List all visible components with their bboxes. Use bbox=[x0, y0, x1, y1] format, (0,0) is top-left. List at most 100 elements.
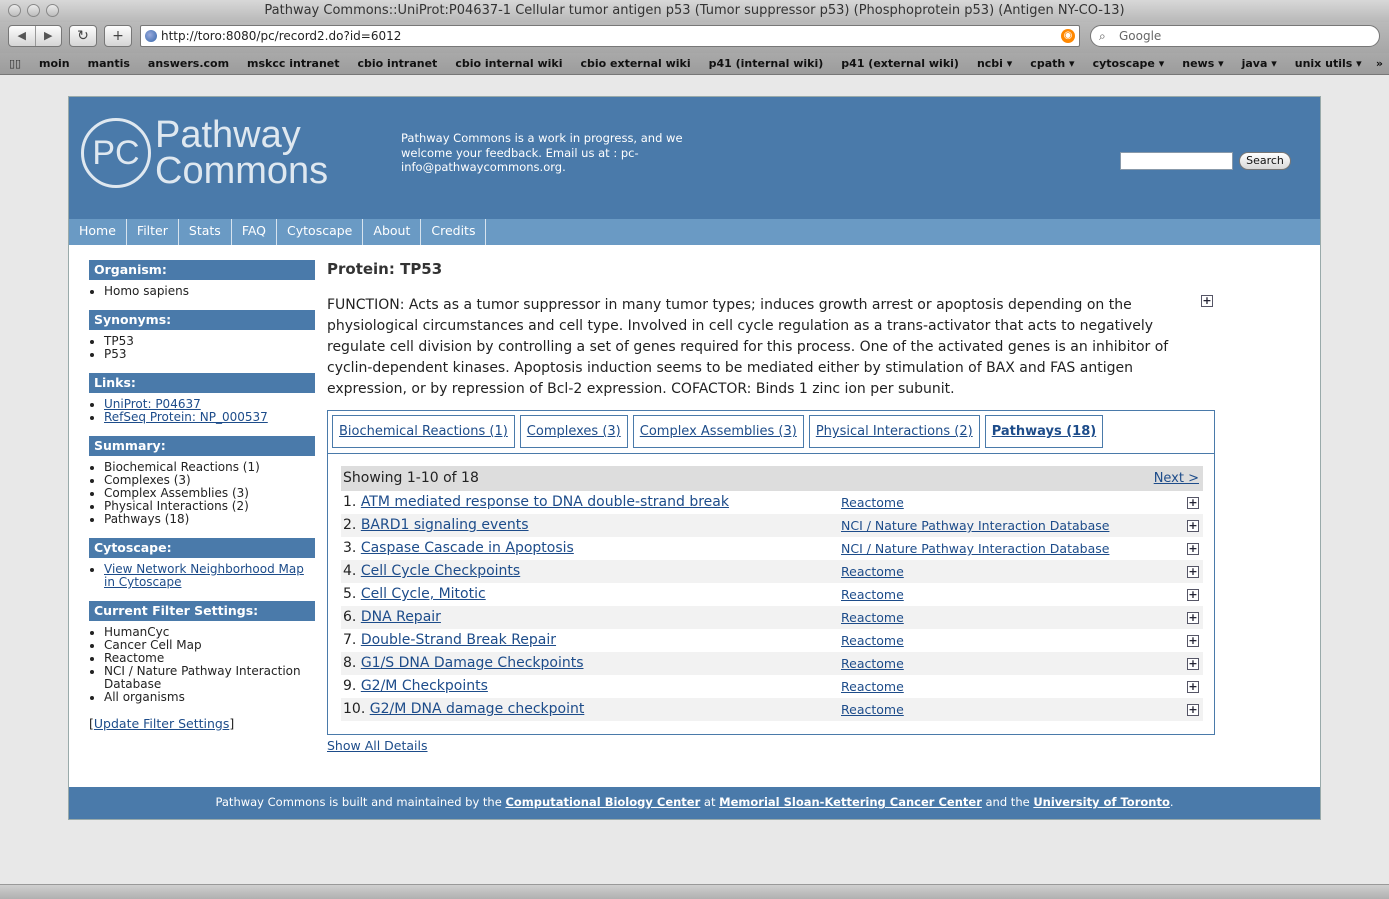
footer-link-cbc[interactable]: Computational Biology Center bbox=[505, 795, 700, 809]
pathway-link[interactable]: Double-Strand Break Repair bbox=[361, 632, 556, 648]
tab-label[interactable]: Pathways (18) bbox=[992, 424, 1097, 439]
pathway-link[interactable]: G2/M Checkpoints bbox=[361, 678, 488, 694]
tab-complexes[interactable]: Complexes (3) bbox=[519, 415, 628, 448]
tab-physical-interactions[interactable]: Physical Interactions (2) bbox=[808, 415, 980, 448]
bookmark-item[interactable]: mskcc intranet bbox=[238, 53, 348, 74]
pathway-link[interactable]: G2/M DNA damage checkpoint bbox=[370, 701, 585, 717]
row-number: 6. bbox=[343, 609, 357, 625]
expand-plus-icon[interactable]: + bbox=[1187, 520, 1199, 532]
show-all-details-link[interactable]: Show All Details bbox=[327, 738, 428, 753]
reload-button[interactable]: ↻ bbox=[69, 25, 97, 47]
bookmark-item[interactable]: cbio external wiki bbox=[571, 53, 699, 74]
footer-link-mskcc[interactable]: Memorial Sloan-Kettering Cancer Center bbox=[719, 795, 982, 809]
bookmark-item[interactable]: java ▾ bbox=[1233, 53, 1286, 74]
browser-search-field[interactable]: ⌕ Google bbox=[1090, 25, 1380, 47]
expand-plus-icon[interactable]: + bbox=[1187, 658, 1199, 670]
pathway-link[interactable]: Cell Cycle, Mitotic bbox=[361, 586, 486, 602]
sidebar-link[interactable]: UniProt: P04637 bbox=[104, 397, 201, 411]
tab-pathways[interactable]: Pathways (18) bbox=[984, 415, 1104, 448]
pathway-link[interactable]: BARD1 signaling events bbox=[361, 517, 529, 533]
view-network-link[interactable]: View Network Neighborhood Map in Cytosca… bbox=[104, 562, 304, 589]
minimize-window-icon[interactable] bbox=[27, 4, 40, 17]
source-link[interactable]: Reactome bbox=[841, 606, 904, 629]
window-controls[interactable] bbox=[8, 4, 59, 17]
tab-label[interactable]: Physical Interactions (2) bbox=[816, 424, 973, 439]
next-page-link[interactable]: Next > bbox=[1154, 466, 1199, 491]
nav-item-about[interactable]: About bbox=[363, 219, 422, 245]
results-count: Showing 1-10 of 18 bbox=[343, 470, 479, 486]
close-window-icon[interactable] bbox=[8, 4, 21, 17]
row-number: 4. bbox=[343, 563, 357, 579]
tab-biochemical-reactions[interactable]: Biochemical Reactions (1) bbox=[332, 415, 515, 448]
bookmark-item[interactable]: cbio internal wiki bbox=[446, 53, 571, 74]
url-bar[interactable]: http://toro:8080/pc/record2.do?id=6012 ◉ bbox=[140, 25, 1080, 47]
bookmark-item[interactable]: news ▾ bbox=[1173, 53, 1232, 74]
back-icon[interactable]: ◀ bbox=[9, 26, 35, 46]
logo-line2: Commons bbox=[155, 150, 329, 192]
bookmark-item[interactable]: p41 (external wiki) bbox=[832, 53, 968, 74]
source-link[interactable]: Reactome bbox=[841, 629, 904, 652]
sidebar-link[interactable]: RefSeq Protein: NP_000537 bbox=[104, 410, 268, 424]
expand-plus-icon[interactable]: + bbox=[1187, 543, 1199, 555]
back-forward-buttons[interactable]: ◀ ▶ bbox=[8, 25, 62, 47]
expand-plus-icon[interactable]: + bbox=[1187, 497, 1199, 509]
bookmark-item[interactable]: answers.com bbox=[139, 53, 238, 74]
bookmark-item[interactable]: ncbi ▾ bbox=[968, 53, 1021, 74]
pathway-link[interactable]: G1/S DNA Damage Checkpoints bbox=[361, 655, 584, 671]
expand-plus-icon[interactable]: + bbox=[1201, 295, 1213, 307]
site-search-input[interactable] bbox=[1120, 152, 1233, 170]
bookmark-item[interactable]: p41 (internal wiki) bbox=[700, 53, 833, 74]
source-link[interactable]: Reactome bbox=[841, 698, 904, 721]
table-row: 10. G2/M DNA damage checkpoint Reactome + bbox=[341, 698, 1203, 721]
forward-icon[interactable]: ▶ bbox=[34, 26, 62, 46]
interaction-tabs-panel: Biochemical Reactions (1) Complexes (3) Co… bbox=[327, 410, 1215, 735]
table-row: 4. Cell Cycle Checkpoints Reactome + bbox=[341, 560, 1203, 583]
add-bookmark-button[interactable]: + bbox=[104, 25, 132, 47]
tab-label[interactable]: Complex Assemblies (3) bbox=[640, 424, 797, 439]
nav-item-faq[interactable]: FAQ bbox=[232, 219, 278, 245]
pathway-link[interactable]: Cell Cycle Checkpoints bbox=[361, 563, 520, 579]
pathway-commons-logo[interactable]: PC Pathway Commons bbox=[81, 116, 329, 192]
site-search-button[interactable]: Search bbox=[1239, 152, 1291, 170]
zoom-window-icon[interactable] bbox=[46, 4, 59, 17]
tab-label[interactable]: Complexes (3) bbox=[527, 424, 621, 439]
bookmarks-book-icon[interactable]: ▯▯ bbox=[0, 53, 30, 74]
source-link[interactable]: Reactome bbox=[841, 652, 904, 675]
source-link[interactable]: Reactome bbox=[841, 491, 904, 514]
row-number: 8. bbox=[343, 655, 357, 671]
pathway-link[interactable]: DNA Repair bbox=[361, 609, 441, 625]
pathway-link[interactable]: Caspase Cascade in Apoptosis bbox=[361, 540, 574, 556]
expand-plus-icon[interactable]: + bbox=[1187, 704, 1199, 716]
bookmark-item[interactable]: cbio intranet bbox=[349, 53, 447, 74]
expand-plus-icon[interactable]: + bbox=[1187, 612, 1199, 624]
rss-icon[interactable]: ◉ bbox=[1061, 29, 1075, 43]
pathway-link[interactable]: ATM mediated response to DNA double-stra… bbox=[361, 494, 729, 510]
source-link[interactable]: Reactome bbox=[841, 675, 904, 698]
source-link[interactable]: Reactome bbox=[841, 560, 904, 583]
tab-complex-assemblies[interactable]: Complex Assemblies (3) bbox=[632, 415, 804, 448]
nav-item-stats[interactable]: Stats bbox=[179, 219, 232, 245]
bookmark-item[interactable]: moin bbox=[30, 53, 79, 74]
nav-item-cytoscape[interactable]: Cytoscape bbox=[277, 219, 364, 245]
sidebar-list-item: RefSeq Protein: NP_000537 bbox=[104, 411, 315, 424]
footer-link-toronto[interactable]: University of Toronto bbox=[1033, 795, 1170, 809]
nav-item-credits[interactable]: Credits bbox=[421, 219, 487, 245]
expand-plus-icon[interactable]: + bbox=[1187, 681, 1199, 693]
bookmark-item[interactable]: cpath ▾ bbox=[1021, 53, 1083, 74]
nav-item-home[interactable]: Home bbox=[69, 219, 127, 245]
update-filter-link[interactable]: Update Filter Settings bbox=[94, 716, 229, 731]
source-link[interactable]: Reactome bbox=[841, 583, 904, 606]
more-bookmarks-icon[interactable]: » bbox=[1376, 53, 1383, 75]
source-link[interactable]: NCI / Nature Pathway Interaction Databas… bbox=[841, 537, 1109, 560]
expand-plus-icon[interactable]: + bbox=[1187, 589, 1199, 601]
bookmark-item[interactable]: cytoscape ▾ bbox=[1084, 53, 1174, 74]
expand-plus-icon[interactable]: + bbox=[1187, 566, 1199, 578]
expand-plus-icon[interactable]: + bbox=[1187, 635, 1199, 647]
bookmark-item[interactable]: mantis bbox=[79, 53, 139, 74]
url-text: http://toro:8080/pc/record2.do?id=6012 bbox=[161, 29, 402, 43]
source-link[interactable]: NCI / Nature Pathway Interaction Databas… bbox=[841, 514, 1109, 537]
nav-item-filter[interactable]: Filter bbox=[127, 219, 179, 245]
tab-label[interactable]: Biochemical Reactions (1) bbox=[339, 424, 508, 439]
table-row: 1. ATM mediated response to DNA double-s… bbox=[341, 491, 1203, 514]
bookmark-item[interactable]: unix utils ▾ bbox=[1286, 53, 1371, 74]
